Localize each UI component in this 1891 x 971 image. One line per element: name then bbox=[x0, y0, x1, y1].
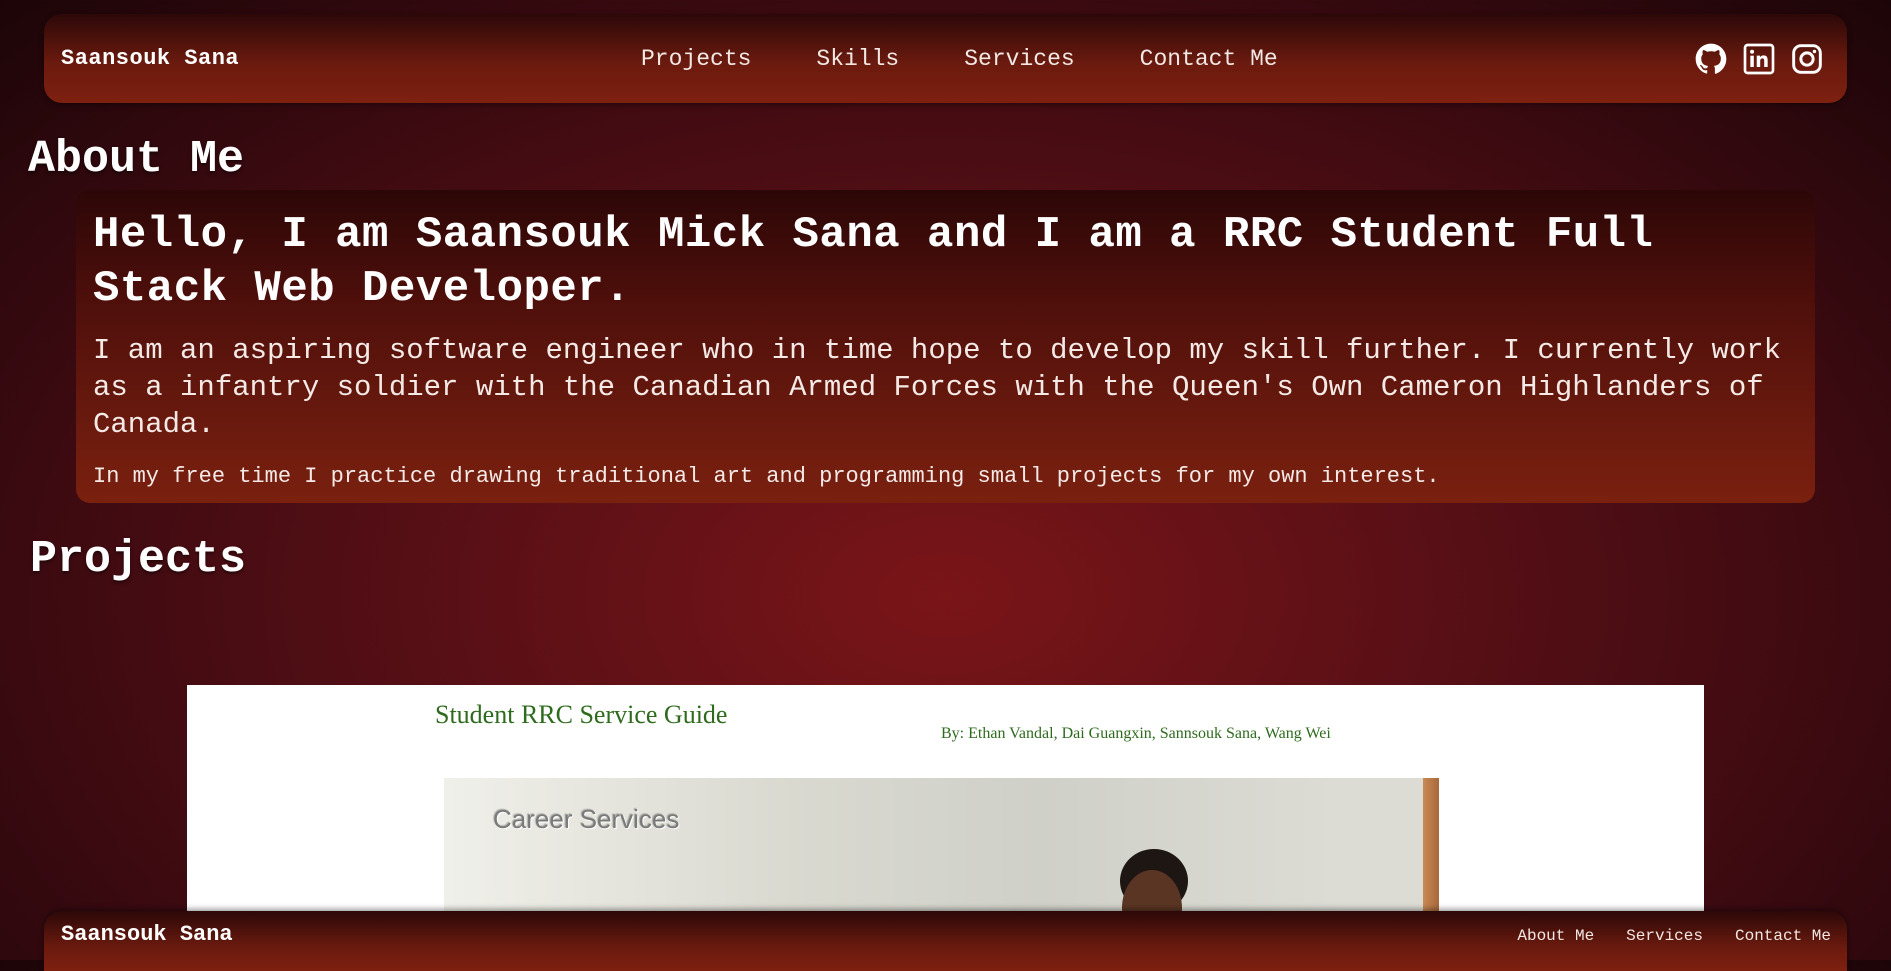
nav-link-projects[interactable]: Projects bbox=[641, 46, 751, 72]
nav-links: Projects Skills Services Contact Me bbox=[641, 14, 1278, 103]
top-navbar: Saansouk Sana Projects Skills Services C… bbox=[44, 14, 1847, 103]
linkedin-icon[interactable] bbox=[1743, 43, 1775, 75]
projects-heading: Projects bbox=[30, 534, 247, 585]
project-preview-title: Student RRC Service Guide bbox=[435, 700, 728, 729]
instagram-icon[interactable] bbox=[1791, 43, 1823, 75]
about-free-time-text: In my free time I practice drawing tradi… bbox=[93, 464, 1440, 489]
project-preview-authors: By: Ethan Vandal, Dai Guangxin, Sannsouk… bbox=[941, 725, 1331, 742]
project-hero-label: Career Services bbox=[493, 804, 680, 834]
about-title: Hello, I am Saansouk Mick Sana and I am … bbox=[93, 210, 1654, 314]
social-links bbox=[1695, 14, 1823, 103]
footer-bar: Saansouk Sana About Me Services Contact … bbox=[44, 911, 1847, 971]
footer-links: About Me Services Contact Me bbox=[1517, 927, 1831, 945]
footer-brand[interactable]: Saansouk Sana bbox=[61, 922, 233, 947]
footer-link-about[interactable]: About Me bbox=[1517, 927, 1594, 945]
about-paragraph: I am an aspiring software engineer who i… bbox=[93, 334, 1782, 441]
footer-link-services[interactable]: Services bbox=[1626, 927, 1703, 945]
about-heading: About Me bbox=[28, 134, 245, 185]
nav-link-skills[interactable]: Skills bbox=[816, 46, 899, 72]
about-card: Hello, I am Saansouk Mick Sana and I am … bbox=[76, 190, 1815, 503]
nav-link-services[interactable]: Services bbox=[964, 46, 1074, 72]
nav-link-contact[interactable]: Contact Me bbox=[1140, 46, 1278, 72]
github-icon[interactable] bbox=[1695, 43, 1727, 75]
footer-link-contact[interactable]: Contact Me bbox=[1735, 927, 1831, 945]
brand-name[interactable]: Saansouk Sana bbox=[61, 14, 239, 103]
